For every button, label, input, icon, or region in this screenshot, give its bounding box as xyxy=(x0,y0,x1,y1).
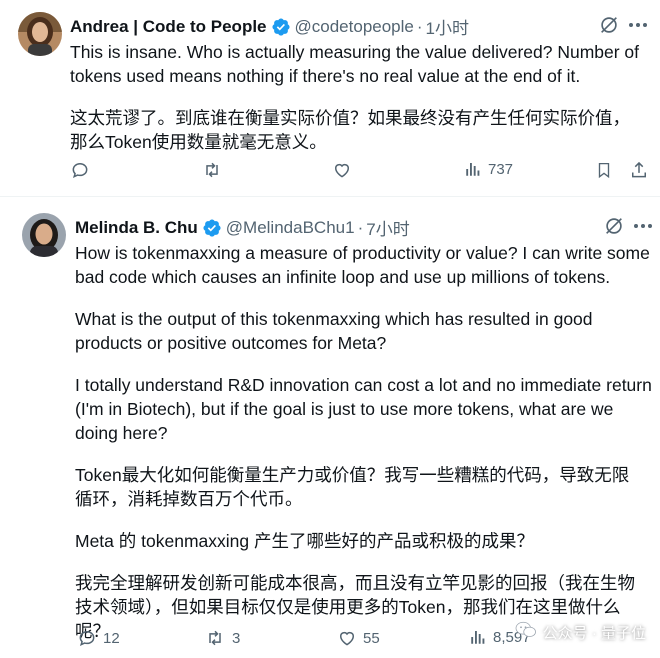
retweet-icon xyxy=(201,160,223,180)
views-icon xyxy=(464,160,482,178)
reply-count: 12 xyxy=(103,629,120,647)
grok-icon[interactable] xyxy=(603,215,625,242)
grok-icon[interactable] xyxy=(598,14,620,41)
retweet-button[interactable] xyxy=(201,160,223,180)
watermark-text: 公众号 · 量子位 xyxy=(542,624,646,642)
tweet-paragraph: How is tokenmaxxing a measure of product… xyxy=(75,243,650,287)
tweet-text-zh: 这太荒谬了。到底谁在衡量实际价值？如果最终没有产生任何实际价值，那么Token使… xyxy=(70,108,630,152)
reply-button[interactable] xyxy=(70,160,90,180)
views-icon xyxy=(469,628,487,646)
separator-dot: · xyxy=(357,217,364,237)
tweet-1[interactable]: Andrea | Code to People @codetopeople · … xyxy=(0,0,660,196)
tweet-body: This is insane. Who is actually measurin… xyxy=(70,40,655,154)
share-button[interactable] xyxy=(629,160,649,180)
tweet-paragraph: Meta 的 tokenmaxxing 产生了哪些好的产品或积极的成果？ xyxy=(75,531,534,551)
separator-dot: · xyxy=(416,16,423,36)
share-icon xyxy=(629,160,649,180)
avatar[interactable] xyxy=(22,213,66,257)
timestamp[interactable]: 7小时 xyxy=(366,215,409,240)
author-name[interactable]: Andrea | Code to People xyxy=(70,17,267,37)
tweet-paragraph: I totally understand R&D innovation can … xyxy=(75,375,652,443)
like-button[interactable] xyxy=(332,160,352,180)
retweet-icon xyxy=(204,628,226,648)
retweet-button[interactable]: 3 xyxy=(204,628,240,648)
author-handle[interactable]: @codetopeople xyxy=(295,17,414,37)
like-icon xyxy=(337,628,357,648)
author-handle[interactable]: @MelindaBChu1 xyxy=(226,218,355,238)
bookmark-icon xyxy=(595,160,613,180)
tweet-text-en: This is insane. Who is actually measurin… xyxy=(70,42,640,86)
views-count: 737 xyxy=(488,160,514,178)
reply-button[interactable]: 12 xyxy=(77,628,120,648)
watermark: 公众号 · 量子位 xyxy=(515,620,646,644)
like-icon xyxy=(332,160,352,180)
tweet-paragraph: What is the output of this tokenmaxxing … xyxy=(75,309,593,353)
tweet-2[interactable]: Melinda B. Chu @MelindaBChu1 · 7小时 How i… xyxy=(0,197,660,658)
reply-icon xyxy=(70,160,90,180)
tweet-body: How is tokenmaxxing a measure of product… xyxy=(75,241,655,643)
tweet-header: Andrea | Code to People @codetopeople · … xyxy=(70,14,469,39)
avatar[interactable] xyxy=(18,12,62,56)
reply-icon xyxy=(77,628,97,648)
like-button[interactable]: 55 xyxy=(337,628,380,648)
tweet-paragraph: Token最大化如何能衡量生产力或价值？我写一些糟糕的代码，导致无限循环，消耗掉… xyxy=(75,465,630,509)
verified-badge-icon xyxy=(271,17,291,37)
views-button[interactable]: 737 xyxy=(464,160,513,178)
action-bar: 737 xyxy=(70,160,650,182)
timestamp[interactable]: 1小时 xyxy=(426,14,469,39)
like-count: 55 xyxy=(363,629,380,647)
verified-badge-icon xyxy=(202,218,222,238)
tweet-header: Melinda B. Chu @MelindaBChu1 · 7小时 xyxy=(75,215,410,240)
author-name[interactable]: Melinda B. Chu xyxy=(75,218,198,238)
more-icon[interactable] xyxy=(629,23,647,27)
retweet-count: 3 xyxy=(232,629,241,647)
wechat-icon xyxy=(515,620,537,644)
more-icon[interactable] xyxy=(634,224,652,228)
bookmark-button[interactable] xyxy=(595,160,613,180)
